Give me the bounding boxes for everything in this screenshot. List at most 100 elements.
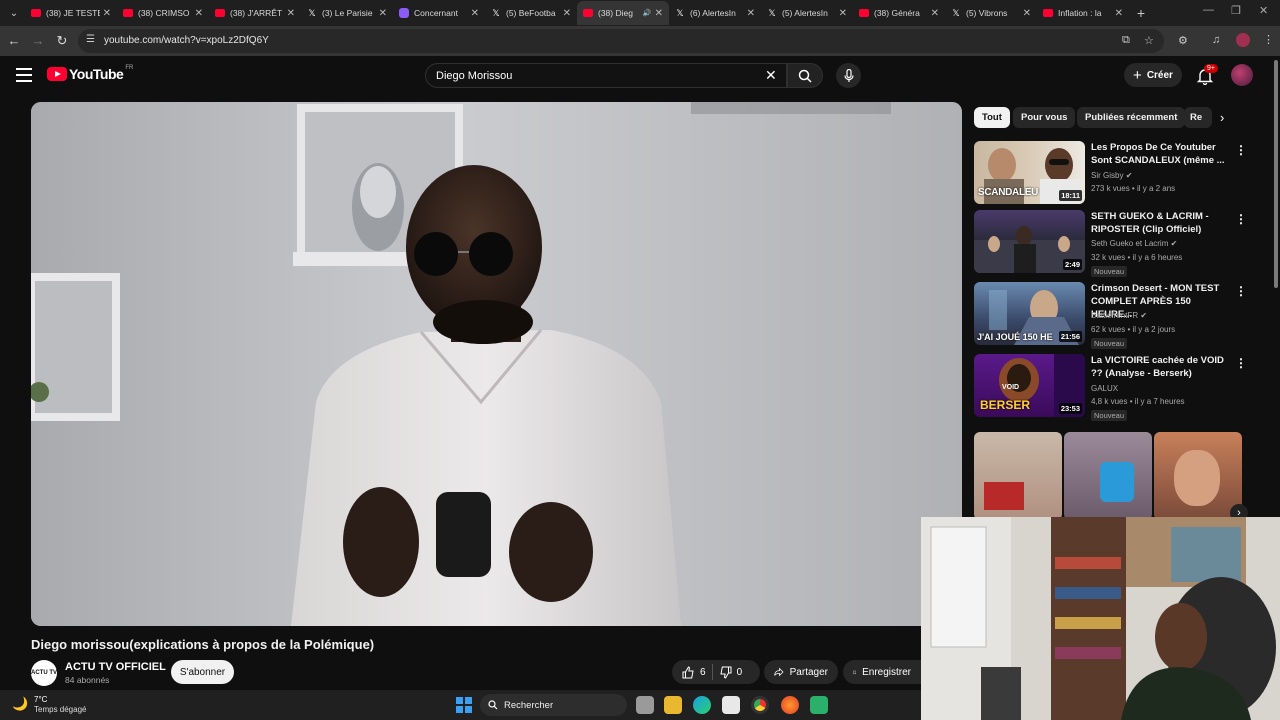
filter-chip-all[interactable]: Tout [974, 107, 1010, 128]
video-thumbnail[interactable]: VOID BERSER 23:53 [974, 354, 1085, 417]
filter-chip-for-you[interactable]: Pour vous [1013, 107, 1076, 128]
share-button[interactable]: Partager [764, 660, 838, 684]
search-query-text[interactable]: Diego Morissou [436, 70, 512, 82]
youtube-logo[interactable]: YouTube FR [47, 65, 133, 82]
recommendation-item[interactable]: SCANDALEU 18:11 Les Propos De Ce Youtube… [974, 141, 1247, 205]
window-close-icon[interactable]: ✕ [1259, 4, 1268, 17]
more-options-icon[interactable]: ⋮ [1235, 356, 1247, 370]
browser-menu-icon[interactable]: ⋮ [1263, 33, 1274, 46]
voice-search-button[interactable] [836, 63, 861, 88]
more-options-icon[interactable]: ⋮ [1235, 212, 1247, 226]
chrome-icon[interactable] [751, 696, 769, 714]
audio-playing-icon[interactable]: 🔊 [643, 9, 652, 17]
tab-close-icon[interactable]: ✕ [839, 8, 847, 19]
video-thumbnail[interactable]: 2:49 [974, 210, 1085, 273]
browser-tab[interactable]: Concernant ✕ [393, 1, 485, 25]
tab-close-icon[interactable]: ✕ [931, 8, 939, 19]
weather-temperature[interactable]: 7°C [34, 695, 47, 704]
more-options-icon[interactable]: ⋮ [1235, 284, 1247, 298]
filter-chip-recent[interactable]: Publiées récemment [1077, 107, 1186, 128]
tab-close-icon[interactable]: ✕ [195, 8, 203, 19]
recommendation-title[interactable]: SETH GUEKO & LACRIM - RIPOSTER (Clip Off… [1091, 210, 1227, 236]
menu-icon[interactable] [16, 68, 32, 82]
create-button[interactable]: + Créer [1124, 63, 1182, 87]
tab-close-icon[interactable]: ✕ [103, 8, 111, 19]
short-thumbnail[interactable] [974, 432, 1062, 520]
browser-tab[interactable]: 𝕏 (5) BeFootba ✕ [485, 1, 577, 25]
browser-tab[interactable]: (38) J'ARRÊT ✕ [209, 1, 301, 25]
search-button[interactable] [787, 63, 823, 88]
channel-avatar[interactable]: ACTU TV [31, 660, 57, 686]
browser-tab[interactable]: Inflation : la ✕ [1037, 1, 1129, 25]
tab-close-icon[interactable]: ✕ [563, 8, 571, 19]
file-explorer-icon[interactable] [664, 696, 682, 714]
recommendation-item[interactable]: J'AI JOUÉ 150 HE 21:56 Crimson Desert - … [974, 282, 1247, 349]
video-player[interactable] [31, 102, 962, 626]
tab-close-icon[interactable]: ✕ [1115, 8, 1123, 19]
forward-icon[interactable]: → [30, 33, 46, 48]
channel-name[interactable]: ACTU TV OFFICIEL [65, 661, 166, 673]
address-bar[interactable]: ☰ youtube.com/watch?v=xpoLz2DfQ6Y ⧉ ☆ [78, 29, 1164, 53]
recommendation-title[interactable]: Les Propos De Ce Youtuber Sont SCANDALEU… [1091, 141, 1227, 167]
taskbar-search[interactable]: Rechercher [480, 694, 627, 716]
chips-next-chevron-icon[interactable]: › [1220, 110, 1224, 125]
firefox-icon[interactable] [781, 696, 799, 714]
media-control-icon[interactable]: ♫ [1212, 34, 1220, 46]
short-thumbnail[interactable] [1154, 432, 1242, 520]
edge-icon[interactable] [693, 696, 711, 714]
task-view-icon[interactable] [636, 696, 654, 714]
recommendation-item[interactable]: 2:49 SETH GUEKO & LACRIM - RIPOSTER (Cli… [974, 210, 1247, 277]
site-info-icon[interactable]: ☰ [86, 34, 95, 45]
app-icon[interactable] [810, 696, 828, 714]
recommendation-channel[interactable]: Seth Gueko et Lacrim ✔ [1091, 239, 1177, 248]
account-avatar[interactable] [1231, 64, 1253, 86]
recommendation-channel[interactable]: GALUX [1091, 384, 1118, 393]
extensions-icon[interactable]: ⚙ [1178, 34, 1188, 47]
browser-tab[interactable]: 𝕏 (3) Le Parisie ✕ [301, 1, 393, 25]
windows-start-icon[interactable] [456, 697, 472, 713]
short-thumbnail[interactable] [1064, 432, 1152, 520]
browser-tab[interactable]: 𝕏 (5) Vibrons ✕ [945, 1, 1037, 25]
tab-close-icon[interactable]: ✕ [471, 8, 479, 19]
browser-tab[interactable]: (38) JE TESTE ✕ [25, 1, 117, 25]
tab-close-icon[interactable]: ✕ [287, 8, 295, 19]
weather-description[interactable]: Temps dégagé [34, 705, 86, 714]
minimize-icon[interactable]: — [1203, 4, 1214, 16]
recommendation-channel[interactable]: Sir Gisby ✔ [1091, 171, 1132, 180]
more-options-icon[interactable]: ⋮ [1235, 143, 1247, 157]
video-thumbnail[interactable]: J'AI JOUÉ 150 HE 21:56 [974, 282, 1085, 345]
browser-tab[interactable]: 𝕏 (5) AlertesIn ✕ [761, 1, 853, 25]
browser-tab[interactable]: (38) Dieg 🔊 ✕ [577, 1, 669, 25]
bookmark-star-icon[interactable]: ☆ [1144, 34, 1154, 47]
back-icon[interactable]: ← [6, 33, 22, 48]
save-button[interactable]: Enregistrer [843, 660, 921, 684]
reload-icon[interactable]: ↻ [54, 33, 70, 49]
tab-search-chevron-icon[interactable]: ⌄ [3, 2, 25, 24]
store-icon[interactable] [722, 696, 740, 714]
tab-close-icon[interactable]: ✕ [1023, 8, 1031, 19]
weather-moon-icon[interactable]: 🌙 [12, 696, 28, 712]
tab-close-icon[interactable]: ✕ [747, 8, 755, 19]
tab-close-icon[interactable]: ✕ [655, 8, 663, 19]
recommendation-channel[interactable]: BattlefrontFR ✔ [1091, 311, 1147, 320]
video-thumbnail[interactable]: SCANDALEU 18:11 [974, 141, 1085, 204]
new-tab-button[interactable]: + [1129, 5, 1153, 21]
browser-tab[interactable]: 𝕏 (6) AlertesIn ✕ [669, 1, 761, 25]
filter-chip-related[interactable]: Re [1184, 107, 1212, 128]
dislike-button[interactable]: 0 [719, 666, 742, 679]
page-scrollbar[interactable] [1274, 60, 1278, 288]
profile-icon[interactable] [1236, 33, 1250, 47]
recommendation-meta: 273 k vues • il y a 2 ans [1091, 184, 1176, 193]
cast-icon[interactable]: ⧉ [1122, 34, 1130, 47]
browser-tab[interactable]: (38) Généra ✕ [853, 1, 945, 25]
tab-close-icon[interactable]: ✕ [379, 8, 387, 19]
maximize-icon[interactable]: ❐ [1231, 4, 1241, 17]
subscribe-button[interactable]: S'abonner [171, 660, 234, 684]
recommendation-title[interactable]: La VICTOIRE cachée de VOID ?? (Analyse -… [1091, 354, 1227, 380]
like-button[interactable]: 6 [682, 665, 706, 679]
search-input[interactable]: Diego Morissou [425, 63, 787, 88]
recommendation-item[interactable]: VOID BERSER 23:53 La VICTOIRE cachée de … [974, 354, 1247, 421]
clear-search-icon[interactable]: ✕ [765, 67, 777, 84]
browser-tab[interactable]: (38) CRIMSO ✕ [117, 1, 209, 25]
url-text[interactable]: youtube.com/watch?v=xpoLz2DfQ6Y [104, 35, 269, 46]
